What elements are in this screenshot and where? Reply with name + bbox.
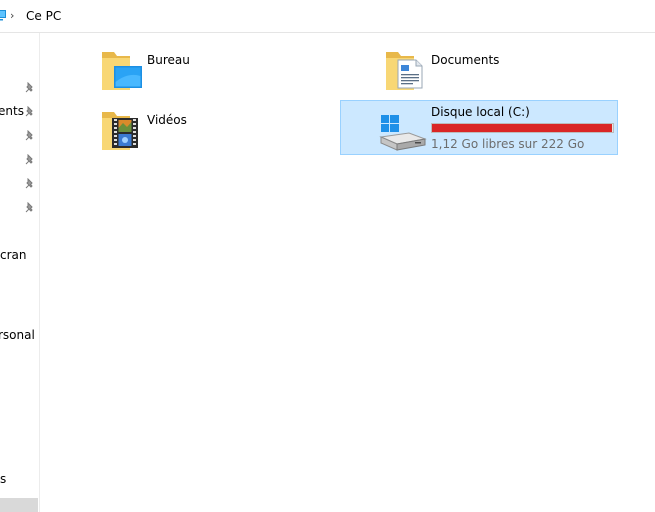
- folder-videos[interactable]: Vidéos: [100, 106, 220, 152]
- address-bar[interactable]: › Ce PC: [0, 0, 655, 33]
- pin-icon[interactable]: [24, 82, 36, 94]
- navigation-scrollbar[interactable]: [0, 498, 38, 512]
- folder-bureau[interactable]: Bureau: [100, 46, 220, 92]
- file-explorer-window: › Ce PC ents cran rsonal s Bureau Docume…: [0, 0, 655, 512]
- pin-icon[interactable]: [24, 154, 36, 166]
- pin-icon[interactable]: [24, 130, 36, 142]
- folder-videos-label: Vidéos: [147, 113, 187, 127]
- breadcrumb-this-pc[interactable]: Ce PC: [26, 9, 61, 23]
- nav-item-onedrive-personal[interactable]: rsonal: [0, 328, 35, 342]
- videos-folder-icon: [102, 112, 138, 150]
- nav-item-documents[interactable]: ents: [0, 104, 24, 118]
- windows-drive-icon: [379, 115, 427, 151]
- pin-icon[interactable]: [24, 202, 36, 214]
- drive-c-label: Disque local (C:): [431, 105, 530, 119]
- drive-c-tile[interactable]: Disque local (C:) 1,12 Go libres sur 222…: [340, 100, 618, 155]
- folder-documents-label: Documents: [431, 53, 500, 67]
- pin-icon[interactable]: [24, 106, 36, 118]
- desktop-folder-icon: [102, 52, 142, 90]
- nav-item-captures-ecran[interactable]: cran: [0, 248, 27, 262]
- folder-bureau-label: Bureau: [147, 53, 190, 67]
- folder-documents[interactable]: Documents: [384, 46, 524, 92]
- this-pc-icon: [0, 10, 6, 21]
- navigation-pane: ents cran rsonal s: [0, 33, 40, 512]
- drive-usage-bar-fill: [432, 124, 613, 132]
- pin-icon[interactable]: [24, 178, 36, 190]
- documents-folder-icon: [386, 52, 423, 90]
- breadcrumb-separator[interactable]: ›: [10, 9, 14, 22]
- nav-item-network[interactable]: s: [0, 472, 6, 486]
- drive-free-space-text: 1,12 Go libres sur 222 Go: [431, 137, 585, 151]
- drive-usage-bar: [431, 123, 614, 133]
